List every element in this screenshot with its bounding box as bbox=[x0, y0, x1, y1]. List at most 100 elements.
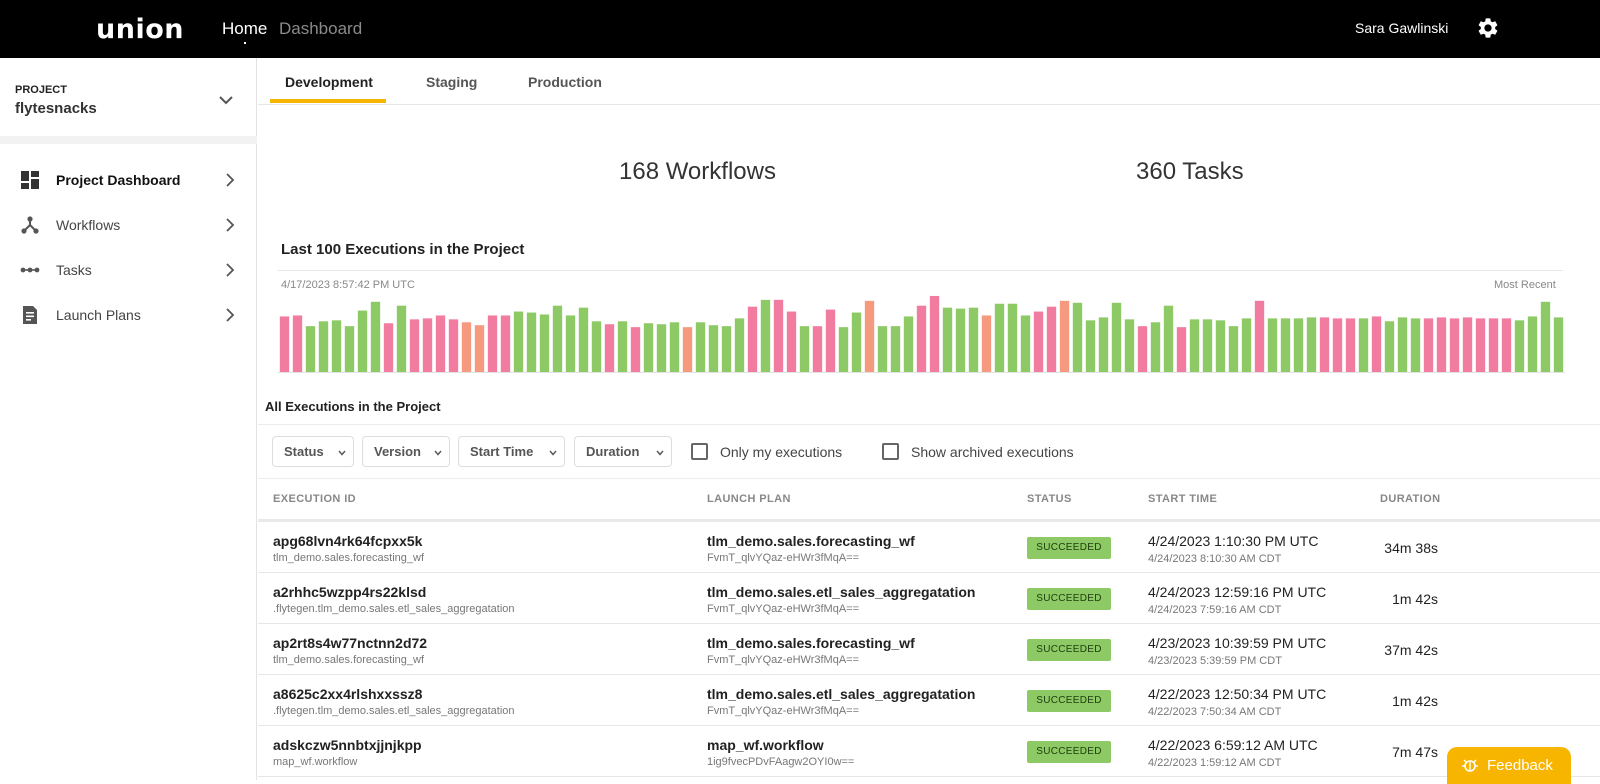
launch-plan-link[interactable]: tlm_demo.sales.forecasting_wf bbox=[707, 533, 915, 549]
execution-bar-succeeded[interactable] bbox=[1202, 319, 1213, 372]
execution-bar-succeeded[interactable] bbox=[370, 301, 381, 372]
project-selector[interactable]: PROJECT flytesnacks bbox=[0, 58, 257, 144]
execution-bar-failed[interactable] bbox=[1345, 318, 1356, 373]
execution-bar-succeeded[interactable] bbox=[994, 303, 1005, 372]
execution-bar-succeeded[interactable] bbox=[1358, 318, 1369, 373]
execution-bar-failed[interactable] bbox=[1033, 311, 1044, 372]
execution-bar-succeeded[interactable] bbox=[1228, 326, 1239, 372]
table-row[interactable]: adskczw5nnbtxjjnjkpp map_wf.workflow map… bbox=[258, 726, 1600, 777]
tasks-count[interactable]: 360 Tasks bbox=[1136, 158, 1244, 186]
execution-bar-succeeded[interactable] bbox=[643, 323, 654, 372]
execution-bar-succeeded[interactable] bbox=[318, 321, 329, 372]
workflows-count[interactable]: 168 Workflows bbox=[619, 158, 776, 186]
launch-plan-link[interactable]: tlm_demo.sales.etl_sales_aggregatation bbox=[707, 686, 975, 702]
execution-bar-failed[interactable] bbox=[1176, 327, 1187, 372]
execution-bar-succeeded[interactable] bbox=[1007, 303, 1018, 372]
execution-bar-failed[interactable] bbox=[1449, 318, 1460, 373]
execution-bar-succeeded[interactable] bbox=[1189, 319, 1200, 372]
filter-status[interactable]: Status bbox=[272, 436, 354, 467]
execution-bar-succeeded[interactable] bbox=[552, 305, 563, 372]
sidebar-item-launch-plans[interactable]: Launch Plans bbox=[0, 295, 257, 335]
execution-bar-aborted[interactable] bbox=[1059, 300, 1070, 372]
execution-bar-failed[interactable] bbox=[916, 305, 927, 372]
execution-id-link[interactable]: apg68lvn4rk64fcpxx5k bbox=[273, 533, 422, 549]
execution-bar-succeeded[interactable] bbox=[396, 305, 407, 372]
execution-bar-aborted[interactable] bbox=[864, 300, 875, 372]
execution-bar-failed[interactable] bbox=[409, 319, 420, 372]
execution-bar-succeeded[interactable] bbox=[708, 325, 719, 372]
execution-bar-failed[interactable] bbox=[292, 315, 303, 372]
execution-bar-succeeded[interactable] bbox=[851, 312, 862, 372]
execution-bar-failed[interactable] bbox=[747, 306, 758, 372]
execution-bar-succeeded[interactable] bbox=[357, 310, 368, 372]
filter-version[interactable]: Version bbox=[362, 436, 450, 467]
execution-bar-succeeded[interactable] bbox=[903, 316, 914, 372]
show-archived-checkbox[interactable] bbox=[882, 443, 899, 460]
execution-bar-succeeded[interactable] bbox=[591, 321, 602, 372]
execution-bar-failed[interactable] bbox=[448, 319, 459, 372]
execution-bar-succeeded[interactable] bbox=[1241, 318, 1252, 373]
execution-bar-failed[interactable] bbox=[435, 315, 446, 372]
execution-id-link[interactable]: ap2rt8s4w77nctnn2d72 bbox=[273, 635, 427, 651]
execution-bar-succeeded[interactable] bbox=[669, 322, 680, 372]
table-row[interactable]: a2rhhc5wzpp4rs22klsd .flytegen.tlm_demo.… bbox=[258, 573, 1600, 624]
chevron-down-icon[interactable] bbox=[216, 90, 236, 110]
tab-staging[interactable]: Staging bbox=[426, 74, 477, 90]
execution-bar-succeeded[interactable] bbox=[1384, 321, 1395, 372]
execution-bar-succeeded[interactable] bbox=[1397, 317, 1408, 372]
execution-bar-succeeded[interactable] bbox=[1072, 302, 1083, 372]
execution-bar-failed[interactable] bbox=[383, 323, 394, 372]
execution-bar-failed[interactable] bbox=[1436, 317, 1447, 372]
user-name[interactable]: Sara Gawlinski bbox=[1355, 20, 1448, 36]
execution-bar-succeeded[interactable] bbox=[890, 326, 901, 372]
execution-bar-failed[interactable] bbox=[279, 316, 290, 372]
execution-bar-succeeded[interactable] bbox=[656, 324, 667, 372]
execution-bar-failed[interactable] bbox=[1046, 306, 1057, 372]
execution-bar-failed[interactable] bbox=[1254, 300, 1265, 372]
execution-id-link[interactable]: adskczw5nnbtxjjnjkpp bbox=[273, 737, 422, 753]
execution-bar-failed[interactable] bbox=[825, 309, 836, 372]
execution-bar-succeeded[interactable] bbox=[1163, 305, 1174, 372]
execution-bar-succeeded[interactable] bbox=[1527, 316, 1538, 372]
sidebar-item-workflows[interactable]: Workflows bbox=[0, 205, 257, 245]
execution-bar-succeeded[interactable] bbox=[1150, 322, 1161, 372]
execution-bar-succeeded[interactable] bbox=[1124, 319, 1135, 372]
execution-bar-succeeded[interactable] bbox=[331, 320, 342, 372]
execution-bar-succeeded[interactable] bbox=[526, 312, 537, 372]
execution-bar-succeeded[interactable] bbox=[721, 326, 732, 372]
execution-bar-succeeded[interactable] bbox=[760, 299, 771, 372]
execution-bar-succeeded[interactable] bbox=[838, 327, 849, 372]
execution-bar-aborted[interactable] bbox=[682, 327, 693, 372]
execution-bar-succeeded[interactable] bbox=[1085, 320, 1096, 372]
filter-start-time[interactable]: Start Time bbox=[458, 436, 565, 467]
execution-bar-failed[interactable] bbox=[1501, 318, 1512, 373]
execution-bar-failed[interactable] bbox=[786, 311, 797, 372]
execution-bar-succeeded[interactable] bbox=[955, 308, 966, 373]
execution-bar-succeeded[interactable] bbox=[942, 307, 953, 372]
execution-bar-succeeded[interactable] bbox=[1410, 318, 1421, 373]
execution-bar-failed[interactable] bbox=[604, 324, 615, 372]
execution-bar-succeeded[interactable] bbox=[799, 326, 810, 372]
execution-bar-succeeded[interactable] bbox=[1280, 318, 1291, 373]
execution-bar-succeeded[interactable] bbox=[1293, 318, 1304, 373]
execution-bar-failed[interactable] bbox=[1462, 317, 1473, 372]
launch-plan-link[interactable]: map_wf.workflow bbox=[707, 737, 824, 753]
sidebar-item-tasks[interactable]: Tasks bbox=[0, 250, 257, 290]
execution-bar-succeeded[interactable] bbox=[344, 326, 355, 372]
execution-bar-failed[interactable] bbox=[773, 299, 784, 372]
execution-bar-failed[interactable] bbox=[1371, 316, 1382, 372]
execution-bar-succeeded[interactable] bbox=[695, 322, 706, 372]
execution-bar-failed[interactable] bbox=[500, 315, 511, 372]
execution-bar-succeeded[interactable] bbox=[877, 326, 888, 372]
execution-bar-aborted[interactable] bbox=[474, 325, 485, 372]
launch-plan-link[interactable]: tlm_demo.sales.etl_sales_aggregatation bbox=[707, 584, 975, 600]
union-logo[interactable]: union bbox=[96, 14, 184, 45]
execution-bar-failed[interactable] bbox=[1423, 318, 1434, 373]
execution-bar-succeeded[interactable] bbox=[1553, 317, 1564, 372]
execution-bar-succeeded[interactable] bbox=[968, 307, 979, 372]
execution-bar-failed[interactable] bbox=[630, 327, 641, 372]
execution-bar-failed[interactable] bbox=[1475, 318, 1486, 373]
execution-bar-succeeded[interactable] bbox=[539, 314, 550, 372]
execution-bar-succeeded[interactable] bbox=[565, 315, 576, 372]
execution-bar-succeeded[interactable] bbox=[617, 321, 628, 372]
